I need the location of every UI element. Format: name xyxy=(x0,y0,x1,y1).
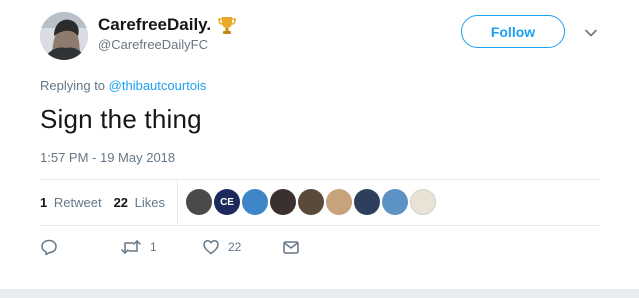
follow-button[interactable]: Follow xyxy=(461,15,565,48)
reply-context: Replying to @thibautcourtois xyxy=(40,78,206,93)
like-count: 22 xyxy=(228,240,242,254)
liker-avatar[interactable] xyxy=(242,189,269,215)
retweet-stat-count: 1 xyxy=(40,194,48,210)
reply-icon xyxy=(41,239,57,256)
trophy-icon xyxy=(218,17,236,34)
like-stat-count: 22 xyxy=(113,194,129,210)
liker-avatar[interactable] xyxy=(186,189,213,215)
liker-avatar[interactable] xyxy=(298,189,325,215)
liker-avatar[interactable] xyxy=(270,189,297,215)
liker-avatar[interactable]: CE xyxy=(214,189,241,215)
stats-separator xyxy=(177,180,179,224)
liker-avatar[interactable] xyxy=(326,189,353,215)
heart-icon xyxy=(203,240,219,255)
reply-mention-link[interactable]: @thibautcourtois xyxy=(109,78,207,93)
reply-action[interactable] xyxy=(40,238,66,256)
chevron-down-icon[interactable] xyxy=(584,26,598,40)
retweet-icon xyxy=(121,240,141,254)
timeline-background xyxy=(0,289,639,298)
liker-avatar[interactable] xyxy=(354,189,381,215)
direct-message-action[interactable] xyxy=(282,238,300,256)
tweet-card: CarefreeDaily. @CarefreeDailyFC Follow R… xyxy=(0,0,639,289)
likers-avatars: CE xyxy=(186,189,437,215)
like-stat[interactable]: 22 Likes xyxy=(114,195,165,210)
tweet-text: Sign the thing xyxy=(40,104,202,134)
tweet-timestamp[interactable]: 1:57 PM - 19 May 2018 xyxy=(40,150,175,165)
liker-avatar[interactable] xyxy=(382,189,409,215)
like-stat-label: Likes xyxy=(134,194,166,210)
envelope-icon xyxy=(283,241,299,254)
author-handle[interactable]: @CarefreeDailyFC xyxy=(98,37,208,52)
tweet-actions: 1 22 xyxy=(40,238,340,260)
tweet-stats: 1 Retweet 22 Likes CE xyxy=(40,180,437,224)
retweet-stat[interactable]: 1 Retweet xyxy=(40,195,102,210)
avatar-image xyxy=(40,12,88,60)
retweet-action[interactable]: 1 xyxy=(120,238,157,256)
reply-context-prefix: Replying to xyxy=(40,78,106,93)
like-action[interactable]: 22 xyxy=(202,238,241,256)
liker-initials: CE xyxy=(220,196,234,208)
avatar[interactable] xyxy=(40,12,88,60)
liker-avatar[interactable] xyxy=(410,189,437,215)
author-name-row: CarefreeDaily. xyxy=(98,14,238,36)
divider xyxy=(40,225,600,226)
retweet-stat-label: Retweet xyxy=(53,194,102,210)
author-display-name[interactable]: CarefreeDaily. xyxy=(98,15,211,35)
retweet-count: 1 xyxy=(150,240,157,254)
